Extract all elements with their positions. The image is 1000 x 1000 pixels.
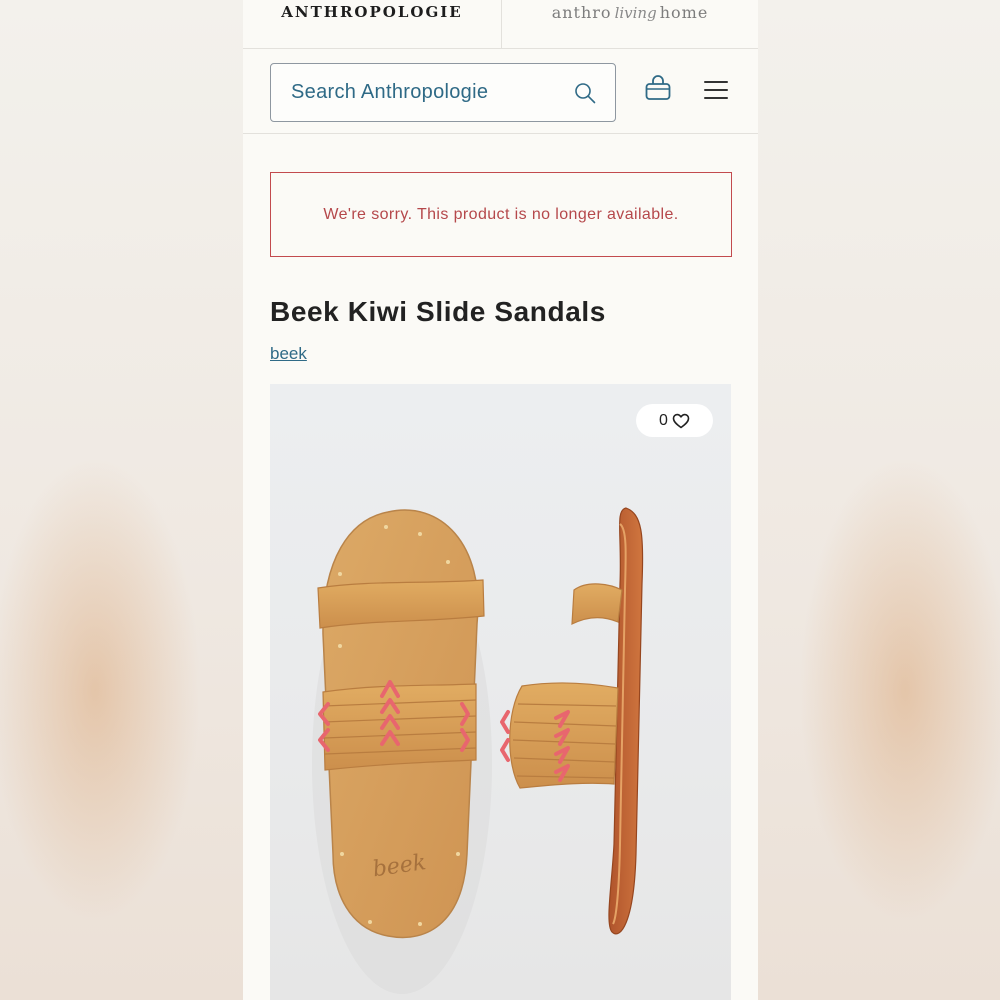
search-placeholder: Search Anthropologie [291,81,489,103]
anthro-living-logo: anthro living home [551,2,709,22]
sandals-photo: beek [312,507,644,994]
shopping-bag-icon[interactable] [643,73,673,103]
anthropologie-logo: ANTHROPOLOGIE [281,3,463,21]
search-input[interactable]: Search Anthropologie [270,63,616,122]
product-image[interactable]: beek 0 [270,384,731,1000]
product-unavailable-alert: We're sorry. This product is no longer a… [270,172,732,257]
favorite-button[interactable]: 0 [636,404,713,437]
hamburger-menu-icon[interactable] [704,79,728,101]
alert-message: We're sorry. This product is no longer a… [323,205,679,223]
favorite-count: 0 [659,411,668,429]
search-icon[interactable] [573,81,597,105]
brand-tab-anthropologie[interactable]: ANTHROPOLOGIE [243,0,501,48]
brand-switcher: ANTHROPOLOGIE anthro living home [243,0,758,49]
brand-tab-anthro-living-home[interactable]: anthro living home [501,0,758,48]
heart-icon [672,413,690,428]
site-header: Search Anthropologie [243,49,758,134]
brand-link[interactable]: beek [270,344,307,364]
mobile-page: ANTHROPOLOGIE anthro living home Search … [243,0,758,1000]
product-title: Beek Kiwi Slide Sandals [270,296,606,327]
